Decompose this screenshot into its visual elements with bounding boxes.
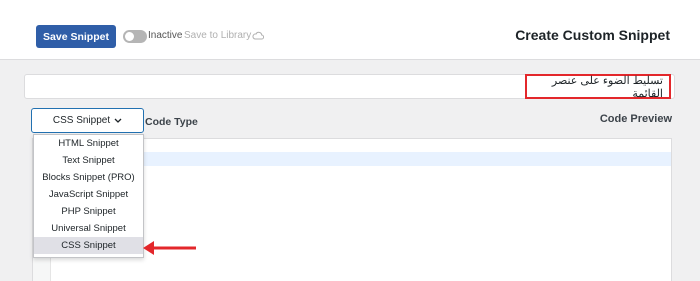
red-arrow-icon [143, 241, 196, 255]
snippet-title-value[interactable]: تسليط الضوء على عنصر القائمة [525, 74, 671, 100]
option-blocks-snippet[interactable]: Blocks Snippet (PRO) [34, 169, 143, 186]
code-type-dropdown: HTML Snippet Text Snippet Blocks Snippet… [33, 134, 144, 258]
option-javascript-snippet[interactable]: JavaScript Snippet [34, 186, 143, 203]
code-preview-label: Code Preview [599, 113, 672, 125]
option-text-snippet[interactable]: Text Snippet [34, 152, 143, 169]
toggle-knob [125, 32, 134, 41]
status-label: Inactive [148, 30, 183, 41]
chevron-down-icon [114, 118, 122, 123]
code-type-label: Code Type [145, 116, 198, 128]
save-snippet-button[interactable]: Save Snippet [36, 25, 116, 48]
cloud-icon [252, 31, 265, 40]
option-css-snippet[interactable]: CSS Snippet [34, 237, 143, 254]
top-bar: Save Snippet Inactive Save to Library Cr… [0, 0, 700, 60]
active-line-highlight [51, 152, 671, 166]
code-type-select[interactable]: CSS Snippet [31, 108, 144, 133]
save-to-library-button[interactable]: Save to Library [184, 30, 265, 41]
save-to-library-label: Save to Library [184, 30, 252, 41]
option-universal-snippet[interactable]: Universal Snippet [34, 220, 143, 237]
page-title: Create Custom Snippet [515, 27, 670, 43]
code-type-selected: CSS Snippet [52, 115, 111, 126]
active-toggle[interactable] [123, 30, 147, 43]
option-html-snippet[interactable]: HTML Snippet [34, 135, 143, 152]
option-php-snippet[interactable]: PHP Snippet [34, 203, 143, 220]
